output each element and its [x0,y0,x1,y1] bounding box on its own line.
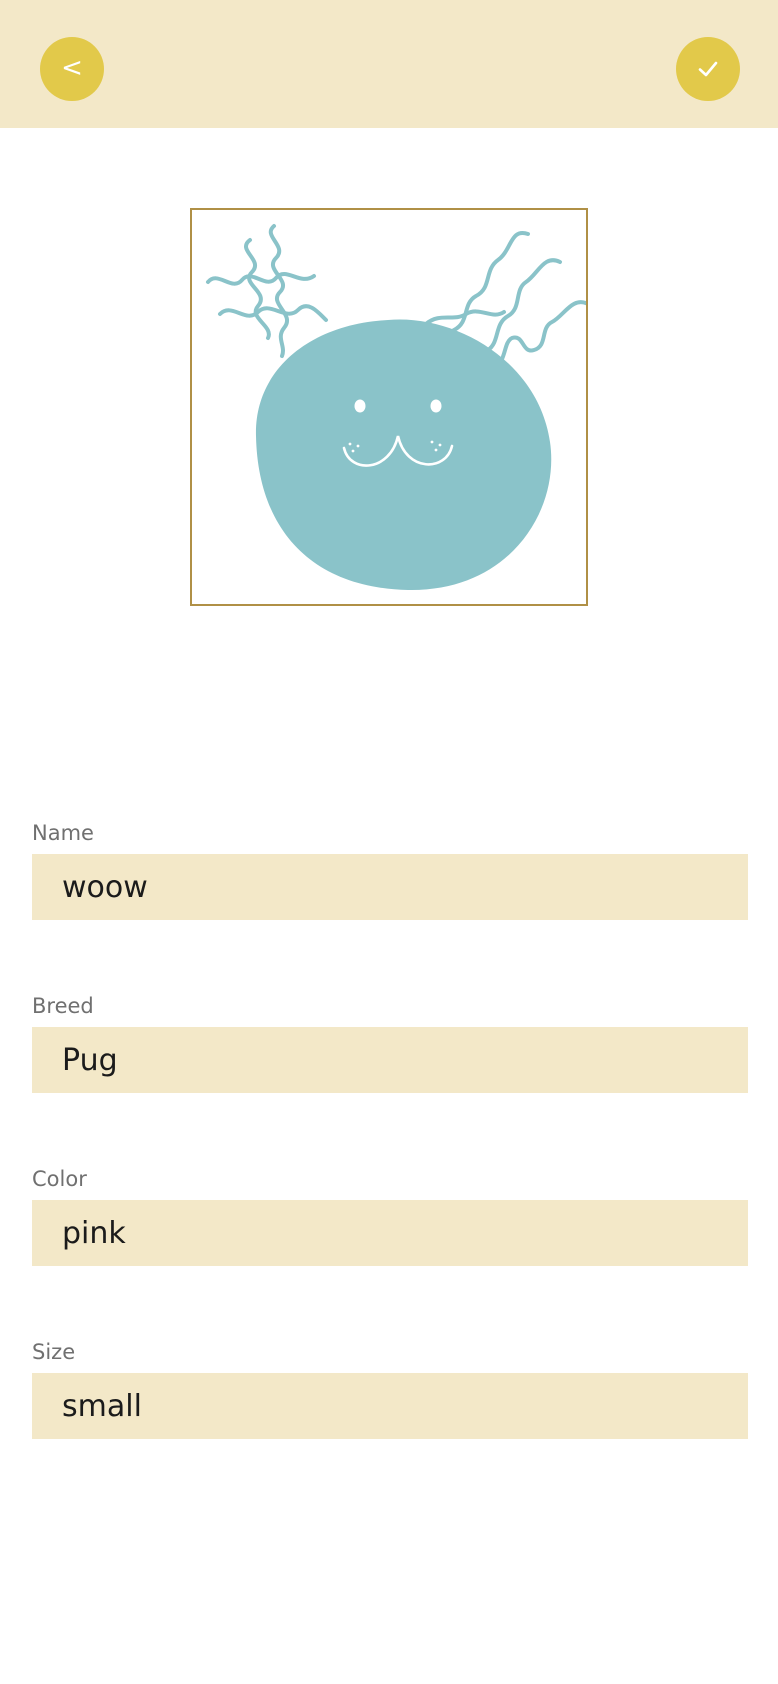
back-button[interactable]: < [40,37,104,101]
creature-body [255,319,552,591]
checkmark-icon [698,61,718,77]
breed-field[interactable]: Pug [32,1027,748,1093]
name-field[interactable]: woow [32,854,748,920]
pet-avatar[interactable] [190,208,588,606]
left-antennae [206,224,328,358]
color-value: pink [62,1215,126,1251]
color-label: Color [32,1167,87,1191]
breed-label: Breed [32,994,94,1018]
color-field[interactable]: pink [32,1200,748,1266]
size-field[interactable]: small [32,1373,748,1439]
breed-value: Pug [62,1042,118,1078]
chevron-left-icon: < [61,53,83,83]
size-label: Size [32,1340,76,1364]
confirm-button[interactable] [676,37,740,101]
pet-illustration [206,224,586,591]
size-value: small [62,1388,142,1424]
top-bar: < [0,0,778,128]
name-label: Name [32,821,94,845]
name-value: woow [62,869,148,905]
